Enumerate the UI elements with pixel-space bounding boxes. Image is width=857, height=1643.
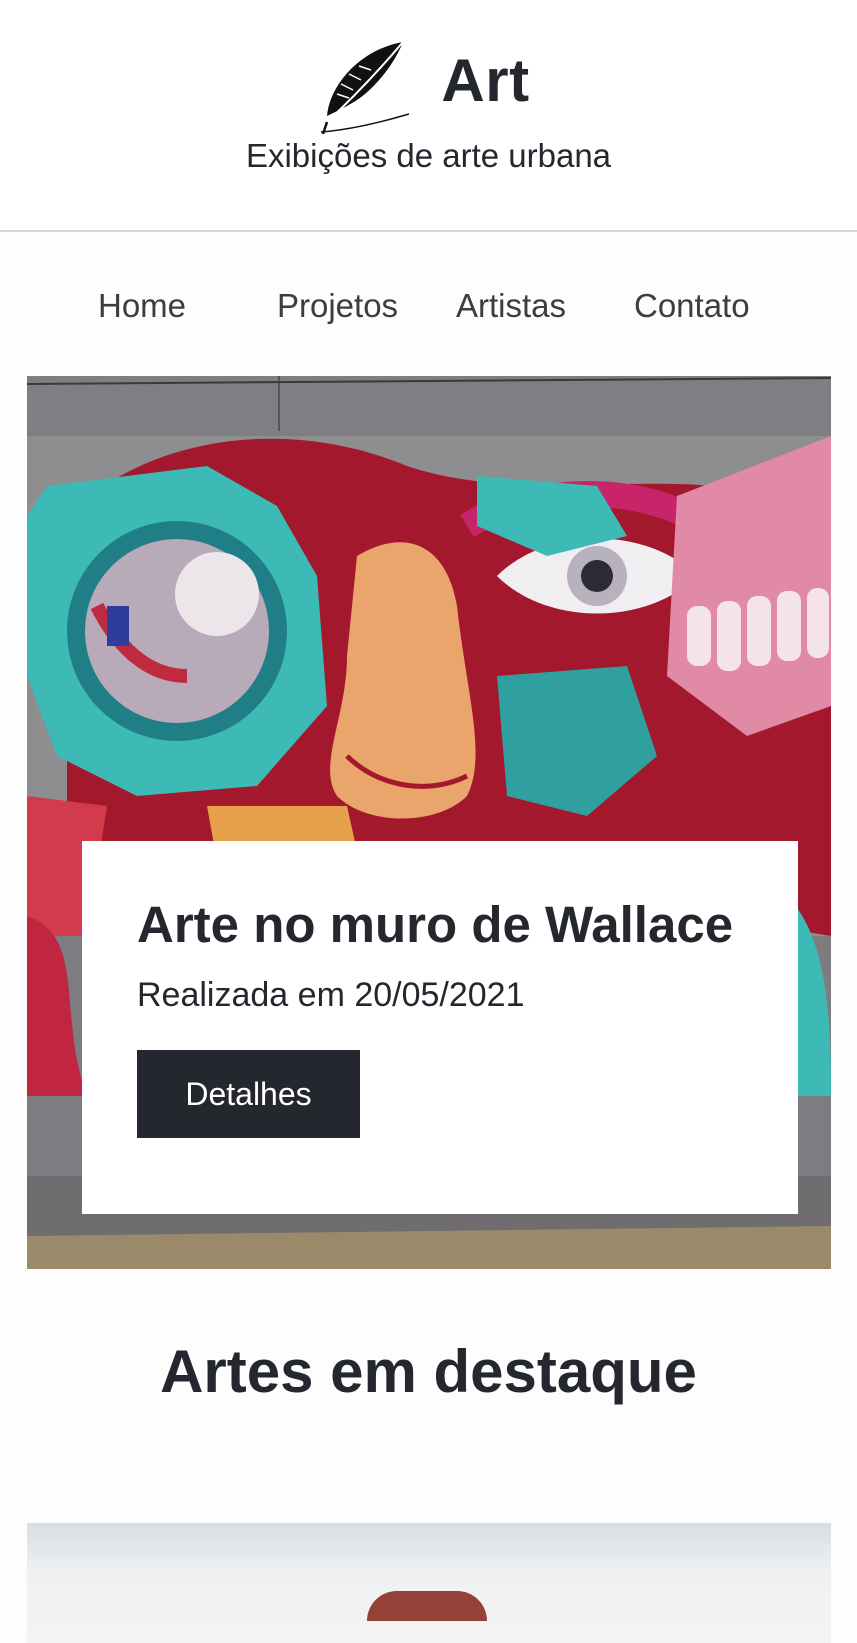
nav-projetos[interactable]: Projetos: [277, 278, 398, 334]
brand[interactable]: Art: [0, 38, 857, 134]
site-title: Art: [441, 47, 530, 114]
nav-home[interactable]: Home: [98, 278, 186, 334]
hero-card: Arte no muro de Wallace Realizada em 20/…: [82, 841, 798, 1214]
site-header: Art Exibições de arte urbana: [0, 0, 857, 232]
hero-banner: Arte no muro de Wallace Realizada em 20/…: [27, 376, 831, 1269]
hero-date: Realizada em 20/05/2021: [137, 976, 525, 1015]
main-nav: Home Projetos Artistas Contato: [0, 278, 857, 334]
hero-title: Arte no muro de Wallace: [137, 896, 734, 953]
details-button[interactable]: Detalhes: [137, 1049, 360, 1138]
featured-section-title: Artes em destaque: [160, 1338, 697, 1405]
nav-contato[interactable]: Contato: [634, 278, 750, 334]
featured-art-shape: [367, 1591, 487, 1621]
featured-art-image[interactable]: [27, 1523, 831, 1643]
feather-quill-icon: [321, 41, 410, 134]
nav-artistas[interactable]: Artistas: [456, 278, 566, 334]
site-tagline: Exibições de arte urbana: [245, 137, 612, 174]
